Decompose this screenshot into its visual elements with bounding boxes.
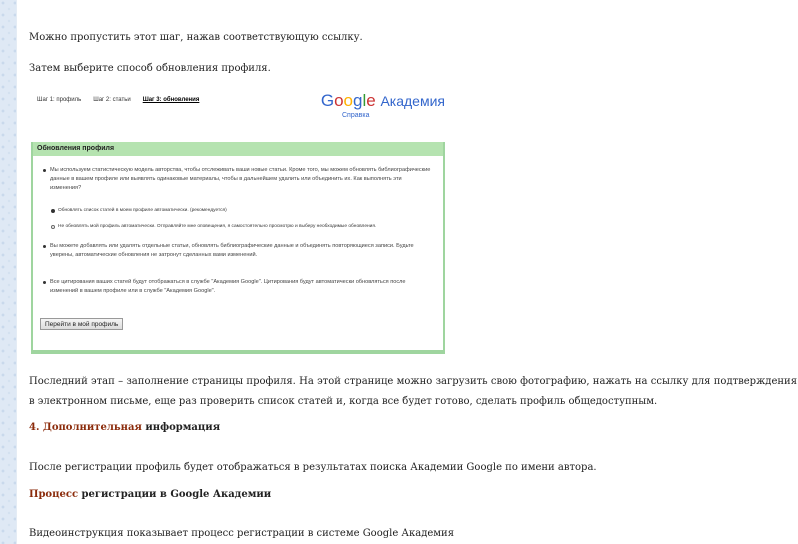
step-3: Шаг 3: обновления [142, 97, 200, 103]
article-page: Можно пропустить этот шаг, нажав соответ… [16, 0, 798, 544]
wizard-steps: Шаг 1: профиль Шаг 2: статьи Шаг 3: обно… [37, 97, 199, 103]
go-to-profile-button[interactable]: Перейти в мой профиль [40, 318, 124, 330]
radio-auto-update[interactable]: Обновлять список статей в моем профиле а… [51, 208, 227, 213]
heading-additional-info: 4. Дополнительная информация [29, 422, 220, 433]
bullet-dot-icon [43, 245, 46, 248]
paragraph-last-step: Последний этап – заполнение страницы про… [29, 376, 797, 407]
step-2: Шаг 2: статьи [93, 97, 131, 103]
heading-registration-process: Процесс регистрации в Google Академии [29, 489, 271, 500]
help-link[interactable]: Справка [342, 112, 369, 119]
google-scholar-logo: Google Академия [320, 91, 445, 110]
profile-updates-panel: Обновления профиля Мы используем статист… [31, 142, 445, 354]
panel-title: Обновления профиля [33, 142, 443, 156]
heading-accent: 4. Дополнительная [29, 422, 142, 433]
step-1: Шаг 1: профиль [37, 97, 82, 103]
bullet-1: Мы используем статистическую модель авто… [43, 166, 433, 193]
heading-rest: информация [145, 422, 221, 433]
logo-suffix: Академия [380, 93, 445, 109]
paragraph-skip-step: Можно пропустить этот шаг, нажав соответ… [29, 32, 363, 43]
bullet-3: Все цитирования ваших статей будут отобр… [43, 278, 433, 296]
bullet-dot-icon [43, 281, 46, 284]
paragraph-choose-update: Затем выберите способ обновления профиля… [29, 63, 271, 74]
radio-unchecked-icon[interactable] [51, 224, 55, 229]
embedded-screenshot: Шаг 1: профиль Шаг 2: статьи Шаг 3: обно… [31, 88, 445, 354]
radio-manual-update[interactable]: Не обновлять мой профиль автоматически. … [51, 224, 376, 229]
paragraph-video-instruction: Видеоинструкция показывает процесс регис… [29, 528, 455, 539]
heading-accent: Процесс [29, 489, 79, 500]
paragraph-after-registration: После регистрации профиль будет отобража… [29, 462, 597, 473]
radio-checked-icon[interactable] [51, 208, 55, 213]
screenshot-bottom-border [31, 350, 445, 354]
heading-rest: регистрации в Google Академии [81, 489, 272, 500]
bullet-dot-icon [43, 169, 46, 172]
bullet-2: Вы можете добавлять или удалять отдельны… [43, 242, 433, 260]
